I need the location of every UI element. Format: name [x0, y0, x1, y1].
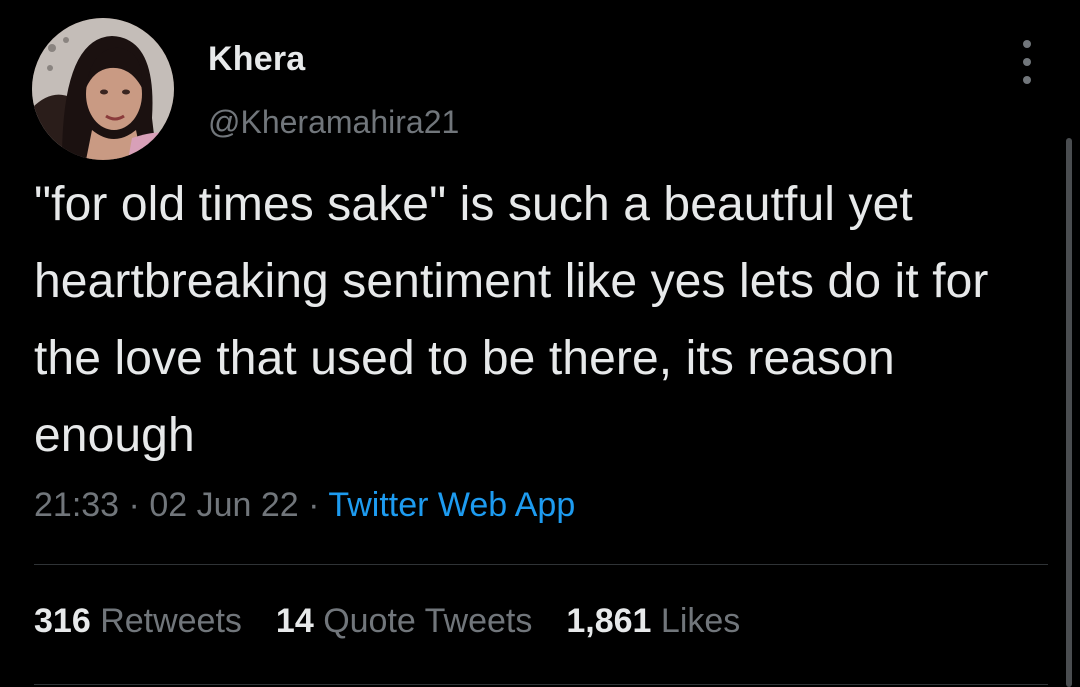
avatar-photo-icon — [32, 18, 174, 160]
tweet-date[interactable]: 02 Jun 22 — [149, 486, 298, 524]
tweet-metadata: 21:33 · 02 Jun 22 · Twitter Web App — [34, 486, 575, 525]
more-dots-icon[interactable] — [1010, 40, 1044, 84]
retweets-stat[interactable]: 316 Retweets — [34, 602, 242, 641]
tweet-detail: Khera @Kheramahira21 "for old times sake… — [0, 0, 1080, 687]
display-name[interactable]: Khera — [208, 40, 305, 79]
avatar[interactable] — [32, 18, 174, 160]
scrollbar[interactable] — [1066, 138, 1072, 687]
quote-tweets-label: Quote Tweets — [323, 602, 533, 640]
user-handle[interactable]: @Kheramahira21 — [208, 104, 459, 141]
tweet-stats: 316 Retweets 14 Quote Tweets 1,861 Likes — [34, 602, 740, 641]
dot — [1023, 76, 1031, 84]
tweet-time[interactable]: 21:33 — [34, 486, 119, 524]
divider — [34, 564, 1048, 565]
divider — [34, 684, 1048, 685]
meta-separator: · — [308, 486, 320, 524]
retweets-count: 316 — [34, 602, 91, 640]
meta-separator: · — [128, 486, 140, 524]
tweet-text: "for old times sake" is such a beautful … — [34, 178, 989, 462]
likes-count: 1,861 — [566, 602, 652, 640]
likes-label: Likes — [660, 602, 741, 640]
dot — [1023, 58, 1031, 66]
quote-tweets-count: 14 — [275, 602, 314, 640]
tweet-source-link[interactable]: Twitter Web App — [328, 486, 575, 524]
dot — [1023, 40, 1031, 48]
likes-stat[interactable]: 1,861 Likes — [566, 602, 740, 641]
retweets-label: Retweets — [100, 602, 242, 640]
quote-tweets-stat[interactable]: 14 Quote Tweets — [276, 602, 532, 641]
